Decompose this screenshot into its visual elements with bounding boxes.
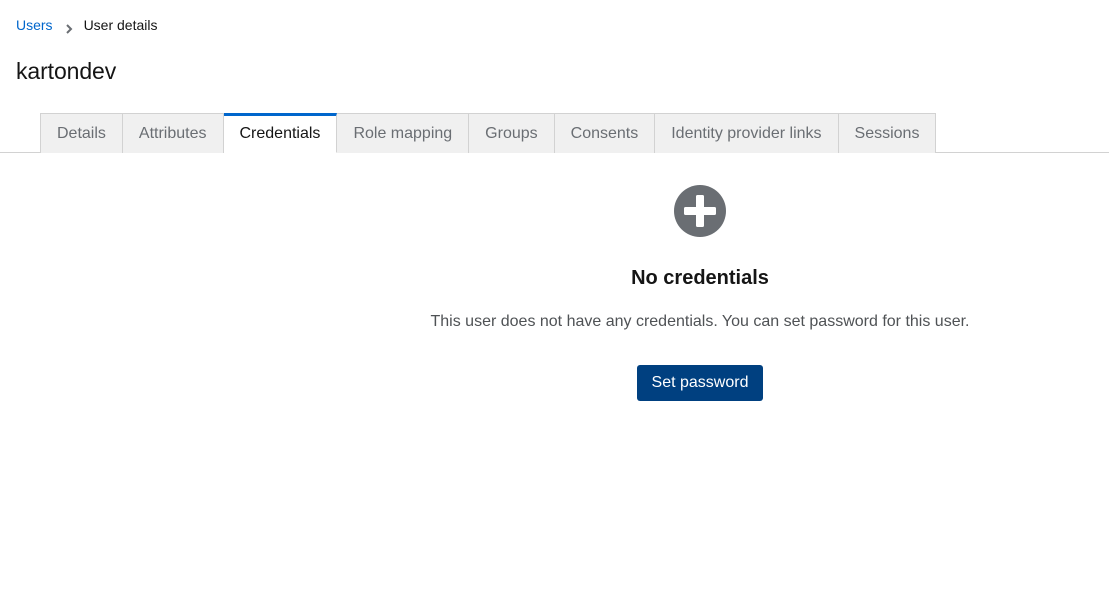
chevron-right-icon: [65, 20, 73, 34]
set-password-button[interactable]: Set password: [636, 365, 764, 401]
tab-consents[interactable]: Consents: [554, 113, 656, 153]
empty-state-body: This user does not have any credentials.…: [430, 313, 970, 330]
breadcrumb: Users User details: [16, 16, 157, 34]
breadcrumb-current: User details: [83, 17, 158, 33]
empty-state: No credentials This user does not have a…: [400, 185, 1000, 401]
breadcrumb-users-link[interactable]: Users: [16, 16, 53, 34]
tab-sessions[interactable]: Sessions: [838, 113, 937, 153]
tab-attributes[interactable]: Attributes: [122, 113, 224, 153]
tab-identity-provider-links[interactable]: Identity provider links: [655, 113, 839, 153]
tab-bar: Details Attributes Credentials Role mapp…: [0, 113, 1109, 153]
tab-credentials[interactable]: Credentials: [223, 113, 338, 153]
tab-groups[interactable]: Groups: [469, 113, 555, 153]
plus-circle-icon: [400, 185, 1000, 237]
page-title: kartondev: [16, 58, 117, 84]
tab-role-mapping[interactable]: Role mapping: [337, 113, 470, 153]
tab-details[interactable]: Details: [40, 113, 123, 153]
empty-state-title: No credentials: [631, 267, 769, 289]
